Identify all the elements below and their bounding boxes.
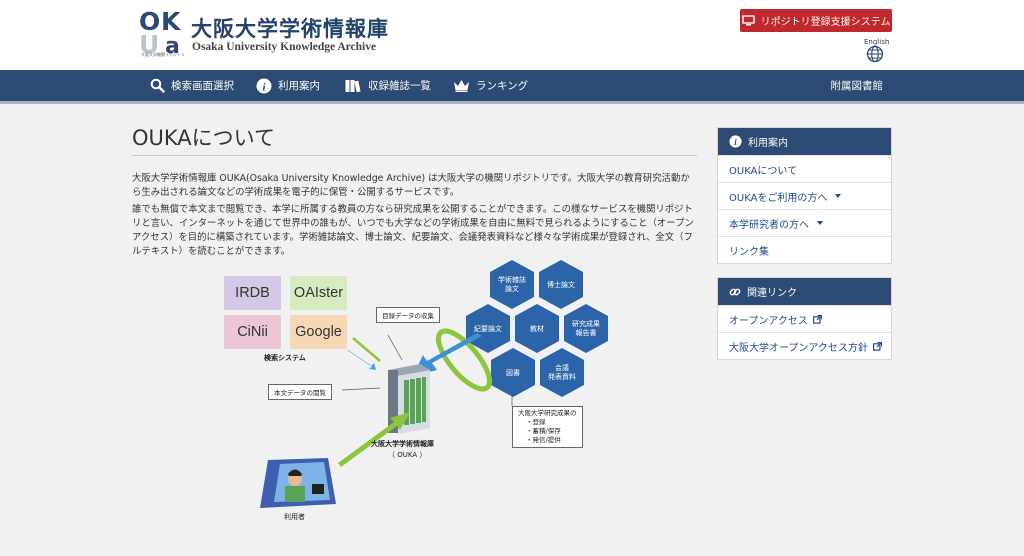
nav-item-label: 収録雑誌一覧 — [368, 80, 431, 92]
site-title[interactable]: 大阪大学学術情報庫 — [191, 13, 389, 43]
research-callout-title: 大阪大学研究成果の — [518, 409, 577, 417]
logo-subtext: 大阪大学機関リポジトリ — [141, 52, 185, 57]
monitor-icon — [741, 15, 755, 26]
user-graphic — [260, 458, 336, 508]
search-system-google: Google — [290, 315, 347, 349]
user-label: 利用者 — [284, 513, 305, 521]
globe-icon[interactable] — [866, 45, 884, 63]
sidebar-link-label: 大阪大学オープンアクセス方針 — [729, 342, 868, 354]
search-system-cinii: CiNii — [224, 315, 281, 349]
related-links-panel: 関連リンク オープンアクセス 大阪大学オープンアクセス方針 — [717, 277, 892, 360]
svg-text:K: K — [161, 7, 182, 36]
caret-down-icon — [835, 194, 842, 198]
info-icon: i — [256, 78, 272, 93]
server-sublabel: （ OUKA ） — [388, 451, 427, 459]
sidebar-item-for-researchers[interactable]: 本学研究者の方へ — [718, 209, 891, 236]
site-subtitle: Osaka University Knowledge Archive — [192, 41, 377, 53]
repository-registration-label: リポジトリ登録支援システム — [760, 17, 891, 28]
books-icon — [345, 79, 361, 92]
external-link-icon — [812, 314, 822, 324]
sidebar-item-label: リンク集 — [729, 246, 769, 258]
server-label: 大阪大学学術情報庫 — [371, 440, 434, 448]
nav-item-search[interactable]: 検索画面選択 — [150, 70, 234, 101]
main-content: OUKAについて 大阪大学学術情報庫 OUKA(Osaka University… — [132, 122, 697, 257]
research-callout-item: ・登録 — [526, 418, 546, 426]
search-system-oaister: OAIster — [290, 276, 347, 310]
fulltext-callout: 本文データの閲覧 — [268, 384, 332, 400]
sidebar-item-label: 本学研究者の方へ — [729, 219, 809, 231]
research-callout-item: ・発信/提供 — [526, 436, 561, 444]
search-system-irdb: IRDB — [224, 276, 281, 310]
description-paragraph: 誰でも無償で本文まで閲覧でき、本学に所属する教員の方なら研究成果を公開することが… — [132, 204, 694, 257]
intro-paragraph: 大阪大学学術情報庫 OUKA(Osaka University Knowledg… — [132, 173, 690, 198]
external-link-icon — [872, 341, 882, 351]
nav-item-label: ランキング — [476, 80, 529, 92]
search-icon — [150, 78, 165, 93]
sidebar-item-for-users[interactable]: OUKAをご利用の方へ — [718, 182, 891, 209]
nav-item-usage[interactable]: i 利用案内 — [256, 70, 320, 101]
related-links-header: 関連リンク — [718, 278, 891, 305]
hexagon-label-bulletin: 紀要論文 — [474, 325, 502, 333]
usage-panel: i 利用案内 OUKAについて OUKAをご利用の方へ 本学研究者の方へ リンク… — [717, 127, 892, 264]
usage-panel-header: i 利用案内 — [718, 128, 891, 155]
sidebar: i 利用案内 OUKAについて OUKAをご利用の方へ 本学研究者の方へ リンク… — [717, 127, 892, 360]
repository-registration-button[interactable]: リポジトリ登録支援システム — [740, 9, 892, 32]
hexagon-label-conference: 会議 発表資料 — [548, 364, 576, 381]
related-links-title: 関連リンク — [747, 288, 797, 299]
sidebar-link-open-access[interactable]: オープンアクセス — [718, 305, 891, 332]
title-divider — [132, 155, 697, 156]
link-icon — [729, 288, 741, 295]
usage-panel-title: 利用案内 — [748, 138, 788, 149]
page-title: OUKAについて — [132, 126, 276, 150]
nav-item-journals[interactable]: 収録雑誌一覧 — [345, 70, 431, 101]
sidebar-item-label: OUKAをご利用の方へ — [729, 192, 828, 204]
research-callout-item: ・蓄積/保存 — [526, 427, 561, 435]
metadata-callout: 目録データの収集 — [376, 307, 440, 323]
search-systems-label: 検索システム — [264, 354, 306, 362]
sidebar-item-links[interactable]: リンク集 — [718, 236, 891, 263]
caret-down-icon — [817, 221, 823, 225]
nav-item-label: 利用案内 — [278, 80, 320, 92]
nav-item-library[interactable]: 附属図書館 — [831, 70, 884, 101]
hexagon-label-teaching: 教材 — [530, 325, 544, 333]
sidebar-item-label: OUKAについて — [729, 165, 798, 177]
research-callout: 大阪大学研究成果の ・登録 ・蓄積/保存 ・発信/提供 — [512, 406, 583, 448]
hexagon-label-books: 図書 — [506, 369, 520, 377]
sidebar-link-oa-policy[interactable]: 大阪大学オープンアクセス方針 — [718, 332, 891, 359]
sidebar-item-about[interactable]: OUKAについて — [718, 155, 891, 182]
nav-item-ranking[interactable]: ランキング — [453, 70, 528, 101]
nav-item-label: 検索画面選択 — [171, 80, 234, 92]
hexagon-label-journal: 学術雑誌 論文 — [498, 276, 526, 293]
sidebar-link-label: オープンアクセス — [729, 315, 808, 327]
crown-icon — [454, 80, 469, 92]
ouka-diagram: IRDB OAIster CiNii Google 検索システム 目録データの収… — [220, 260, 620, 522]
main-navigation: 検索画面選択 i 利用案内 収録雑誌一覧 ランキング 附属図書館 — [0, 70, 1024, 104]
hexagon-label-doctoral: 博士論文 — [547, 281, 575, 289]
info-icon: i — [729, 135, 742, 148]
site-header: O K U a 大阪大学機関リポジトリ 大阪大学学術情報庫 Osaka Univ… — [0, 0, 1024, 70]
hexagon-label-report: 研究成果 報告書 — [572, 320, 600, 337]
